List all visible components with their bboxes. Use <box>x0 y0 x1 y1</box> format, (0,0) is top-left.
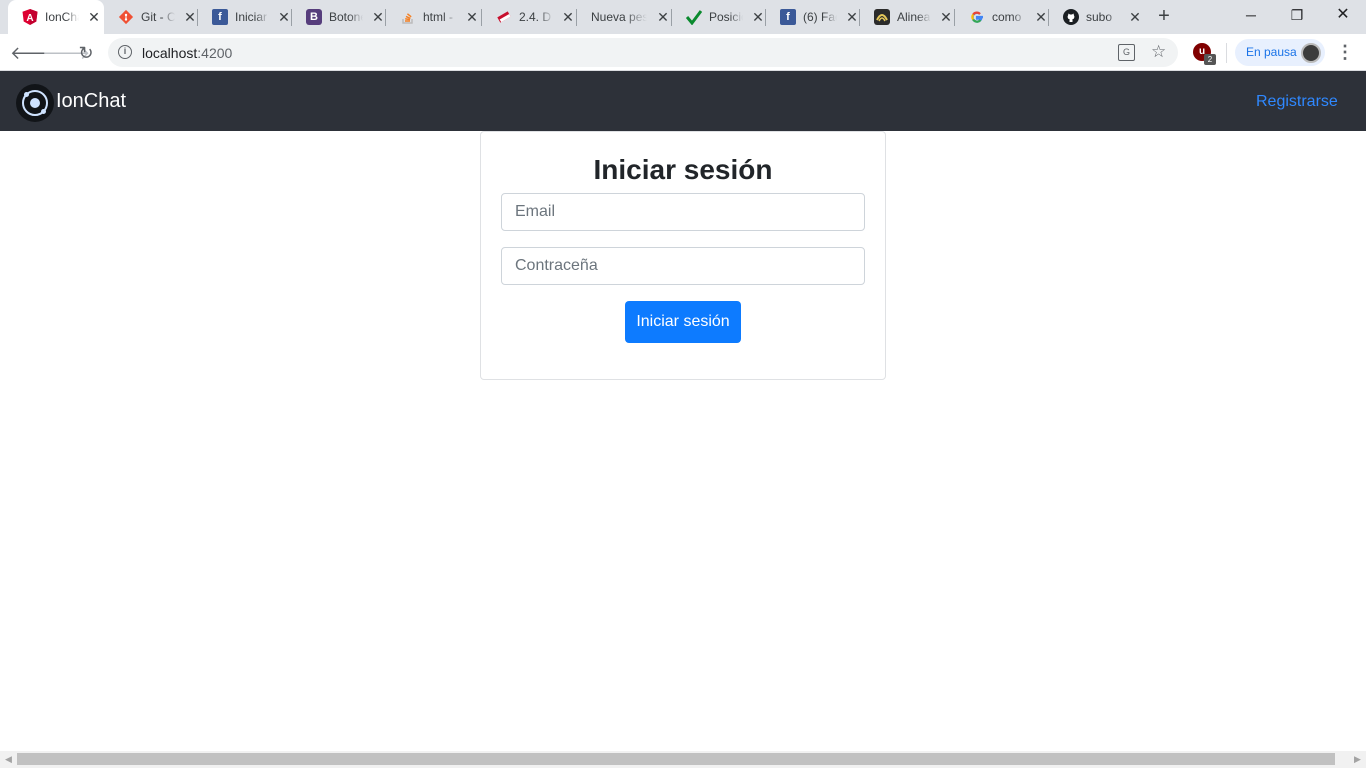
tab-close-icon[interactable]: ✕ <box>750 9 766 25</box>
tab-github[interactable]: subo ✕ <box>1049 0 1143 34</box>
google-icon <box>969 9 985 25</box>
git-icon <box>118 9 134 25</box>
github-icon <box>1063 9 1079 25</box>
tab-facebook[interactable]: f (6) Facebook ✕ <box>766 0 860 34</box>
login-card: Iniciar sesión Iniciar sesión <box>480 131 886 380</box>
bookmark-star-icon[interactable]: ☆ <box>1151 42 1166 62</box>
profile-button[interactable]: En pausa <box>1235 39 1325 66</box>
tab-close-icon[interactable]: ✕ <box>655 9 671 25</box>
address-bar[interactable]: i localhost:4200 G ☆ <box>108 38 1178 67</box>
tab-new-tab[interactable]: Nueva pestaña ✕ <box>577 0 672 34</box>
tab-title: 2.4. D <box>519 10 552 24</box>
avatar <box>1301 43 1321 63</box>
tab-title: Git - Conceptos <box>141 10 175 24</box>
tab-close-icon[interactable]: ✕ <box>1033 9 1049 25</box>
tab-alinear[interactable]: Alinear ✕ <box>860 0 955 34</box>
new-tab-button[interactable]: + <box>1153 6 1175 28</box>
stackoverflow-icon <box>400 9 416 25</box>
url-text[interactable]: localhost:4200 <box>142 45 232 61</box>
reload-button[interactable]: ↻ <box>74 41 98 65</box>
tab-title: IonChat <box>45 10 79 24</box>
tab-close-icon[interactable]: ✕ <box>938 9 954 25</box>
tab-title: html - Stack <box>423 10 457 24</box>
tab-close-icon[interactable]: ✕ <box>1127 9 1143 25</box>
facebook-icon: f <box>212 9 228 25</box>
forward-button[interactable]: 🡒 <box>42 41 90 65</box>
tab-docs[interactable]: 2.4. D ✕ <box>482 0 577 34</box>
profile-status-label: En pausa <box>1246 45 1297 59</box>
password-field[interactable] <box>501 247 865 285</box>
back-button[interactable]: 🡐 <box>10 41 58 65</box>
tab-close-icon[interactable]: ✕ <box>464 9 480 25</box>
tab-title: como <box>992 10 1022 24</box>
close-window-button[interactable]: ✕ <box>1320 0 1366 30</box>
brand-name[interactable]: IonChat <box>56 90 126 112</box>
tab-close-icon[interactable]: ✕ <box>182 9 198 25</box>
url-port: :4200 <box>197 45 233 61</box>
tab-title: Posición <box>709 10 743 24</box>
tab-stackoverflow[interactable]: html - Stack ✕ <box>386 0 482 34</box>
browser-menu-icon[interactable]: ⋮ <box>1336 41 1354 65</box>
minimize-button[interactable]: ─ <box>1228 0 1274 30</box>
tab-bootstrap[interactable]: B Botones ✕ <box>292 0 386 34</box>
scrollbar-thumb[interactable] <box>17 753 1335 765</box>
login-button[interactable]: Iniciar sesión <box>625 301 741 343</box>
tab-posicion[interactable]: Posición ✕ <box>672 0 766 34</box>
tab-strip: A IonChat ✕ Git - Conceptos ✕ f Iniciar … <box>0 0 1366 34</box>
tab-title: Alinear <box>897 10 931 24</box>
tab-close-icon[interactable]: ✕ <box>560 9 576 25</box>
ionchat-logo-icon[interactable] <box>15 83 55 123</box>
tab-title: Botones <box>329 10 363 24</box>
tab-git[interactable]: Git - Conceptos ✕ <box>104 0 198 34</box>
translate-icon[interactable]: G <box>1118 44 1135 61</box>
facebook-icon: f <box>780 9 796 25</box>
email-field[interactable] <box>501 193 865 231</box>
angular-icon: A <box>22 9 38 25</box>
tab-facebook-login[interactable]: f Iniciar sesión ✕ <box>198 0 292 34</box>
tab-title: subo <box>1086 10 1113 24</box>
tab-close-icon[interactable]: ✕ <box>276 9 292 25</box>
tab-google[interactable]: como ✕ <box>955 0 1049 34</box>
scroll-right-icon[interactable]: ▶ <box>1349 751 1366 768</box>
restore-button[interactable]: ❐ <box>1274 0 1320 30</box>
extension-badge: 2 <box>1204 54 1216 65</box>
tab-title: Iniciar sesión <box>235 10 269 24</box>
register-link[interactable]: Registrarse <box>1256 93 1338 111</box>
scroll-left-icon[interactable]: ◀ <box>0 751 17 768</box>
browser-toolbar: 🡐 🡒 ↻ i localhost:4200 G ☆ u 2 En pausa … <box>0 34 1366 71</box>
book-icon <box>496 9 512 25</box>
toolbar-divider <box>1226 43 1227 63</box>
tab-close-icon[interactable]: ✕ <box>844 9 860 25</box>
checkmark-icon <box>686 9 702 25</box>
tab-ionchat[interactable]: A IonChat ✕ <box>8 0 104 34</box>
app-navbar: IonChat Registrarse <box>0 71 1366 131</box>
page-title: Iniciar sesión <box>593 154 773 185</box>
svg-text:A: A <box>26 13 33 24</box>
url-host: localhost <box>142 45 198 61</box>
tab-title: (6) Facebook <box>803 10 837 24</box>
tab-close-icon[interactable]: ✕ <box>86 9 102 25</box>
tab-close-icon[interactable]: ✕ <box>370 9 386 25</box>
tab-title: Nueva pestaña <box>591 10 647 24</box>
info-icon[interactable]: i <box>118 45 132 59</box>
bootstrap-icon: B <box>306 9 322 25</box>
horizontal-scrollbar[interactable]: ◀ ▶ <box>0 751 1366 768</box>
site-icon <box>874 9 890 25</box>
